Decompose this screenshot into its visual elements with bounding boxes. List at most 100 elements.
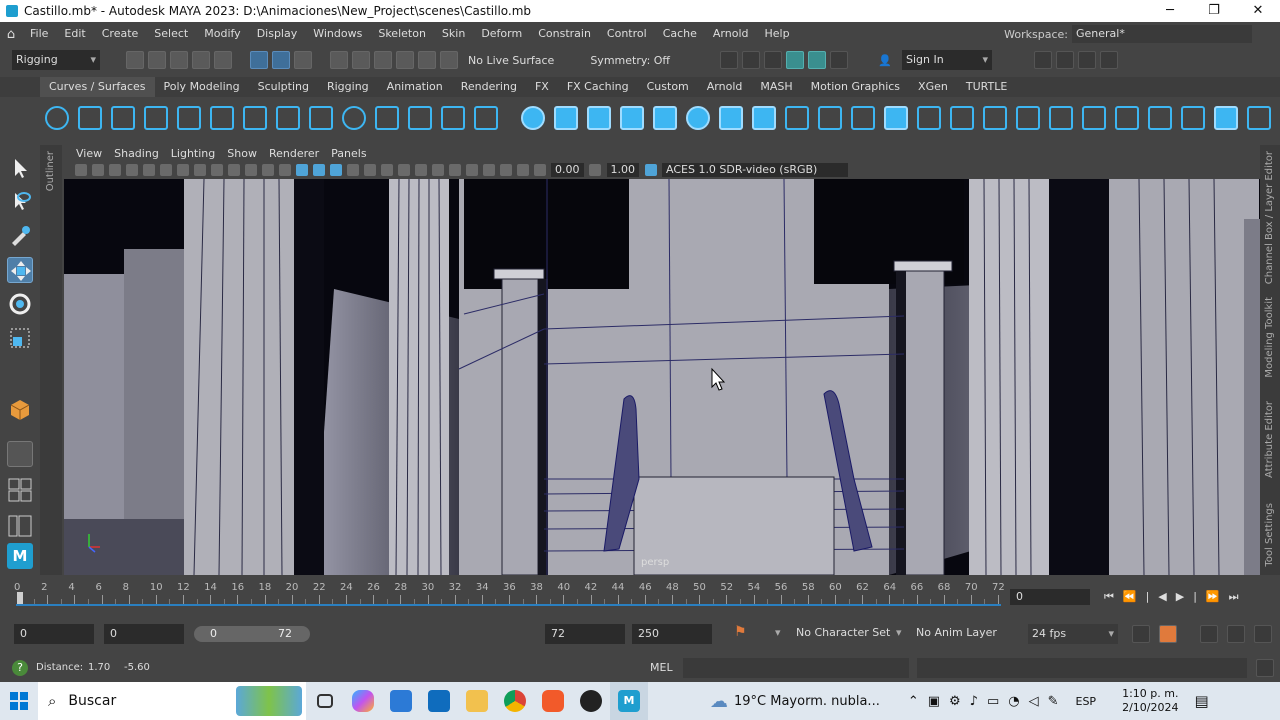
xray-joints-icon[interactable] — [499, 164, 512, 176]
outliner-tab[interactable]: Outliner — [45, 151, 56, 191]
nurbs-torus-icon[interactable] — [685, 106, 710, 130]
fps-dropdown[interactable]: 24 fps — [1028, 624, 1118, 644]
extrude-icon[interactable] — [817, 106, 842, 130]
nurbs-cube-icon[interactable] — [553, 106, 578, 130]
notifications-icon[interactable]: ▤ — [1194, 692, 1208, 710]
maya-taskbar-icon[interactable]: M — [610, 682, 648, 720]
gate-mask-icon[interactable] — [227, 164, 240, 176]
obs-icon[interactable] — [572, 682, 610, 720]
viewport-menu-lighting[interactable]: Lighting — [165, 147, 221, 160]
view-transform-dropdown[interactable]: ACES 1.0 SDR-video (sRGB) — [662, 163, 848, 177]
menu-display[interactable]: Display — [249, 22, 306, 46]
playback-settings-icon[interactable] — [1254, 625, 1272, 643]
safe-action-icon[interactable] — [261, 164, 274, 176]
isolate-select-icon[interactable] — [465, 164, 478, 176]
brave-icon[interactable] — [534, 682, 572, 720]
attach-curves-icon[interactable] — [275, 106, 300, 130]
film-gate-icon[interactable] — [193, 164, 206, 176]
attribute-editor-icon[interactable] — [1056, 51, 1075, 69]
menu-windows[interactable]: Windows — [305, 22, 370, 46]
paint-select-icon[interactable] — [7, 223, 33, 249]
camera-attributes-icon[interactable] — [91, 164, 104, 176]
anim-layer-arrow-icon[interactable]: ▾ — [896, 626, 902, 639]
snap-curve-icon[interactable] — [352, 51, 370, 69]
menu-edit[interactable]: Edit — [56, 22, 93, 46]
trim-tool-icon[interactable] — [1081, 106, 1106, 130]
menu-modify[interactable]: Modify — [196, 22, 248, 46]
close-button[interactable]: ✕ — [1236, 0, 1280, 22]
hypershade-icon[interactable] — [786, 51, 805, 69]
menu-set-dropdown[interactable]: Rigging — [12, 50, 100, 70]
exposure-field[interactable]: 0.00 — [551, 163, 584, 177]
input-language[interactable]: ESP — [1076, 695, 1097, 708]
nurbs-square-icon[interactable] — [77, 106, 102, 130]
tool-settings-tab[interactable]: Tool Settings — [1264, 503, 1275, 567]
rotate-tool-icon[interactable] — [7, 291, 33, 317]
clock[interactable]: 1:10 p. m. 2/10/2024 — [1122, 687, 1178, 715]
pause-viewport-icon[interactable] — [830, 51, 849, 69]
cut-curve-icon[interactable] — [440, 106, 465, 130]
sign-in-dropdown[interactable]: Sign In — [902, 50, 993, 70]
modeling-toolkit-icon[interactable] — [1034, 51, 1053, 69]
range-slider[interactable]: 0 72 — [194, 626, 310, 642]
curve-arc-icon[interactable] — [242, 106, 267, 130]
shelf-tab-rigging[interactable]: Rigging — [318, 77, 378, 97]
shelf-tab-fx[interactable]: FX — [526, 77, 558, 97]
shelf-tab-turtle[interactable]: TURTLE — [957, 77, 1016, 97]
nurbs-plane-icon[interactable] — [652, 106, 677, 130]
nurbs-cone-icon[interactable] — [619, 106, 644, 130]
render-view-icon[interactable] — [808, 51, 827, 69]
offset-curve-icon[interactable] — [374, 106, 399, 130]
planar-icon[interactable] — [784, 106, 809, 130]
shelf-tab-poly-modeling[interactable]: Poly Modeling — [155, 77, 249, 97]
duplicate-surface-curves-icon[interactable] — [982, 106, 1007, 130]
home-icon[interactable]: ⌂ — [0, 27, 22, 42]
outliner-panel[interactable]: Outliner — [40, 145, 62, 575]
sound-icon[interactable] — [1200, 625, 1218, 643]
ambient-occlusion-icon[interactable] — [397, 164, 410, 176]
wireframe-icon[interactable] — [295, 164, 308, 176]
render-frame-icon[interactable] — [720, 51, 739, 69]
reverse-curve-icon[interactable] — [407, 106, 432, 130]
viewport-scene[interactable] — [64, 179, 1260, 575]
shelf-tab-sculpting[interactable]: Sculpting — [249, 77, 318, 97]
tool-settings-icon[interactable] — [1078, 51, 1097, 69]
use-all-lights-icon[interactable] — [363, 164, 376, 176]
single-perspective-layout-icon[interactable] — [7, 441, 33, 467]
live-surface-label[interactable]: No Live Surface — [462, 54, 560, 67]
animation-start-field[interactable]: 0 — [14, 624, 94, 644]
detach-curves-icon[interactable] — [308, 106, 333, 130]
menu-control[interactable]: Control — [599, 22, 655, 46]
rebuild-curve-icon[interactable] — [341, 106, 366, 130]
microsoft-store-icon[interactable] — [382, 682, 420, 720]
rebuild-surfaces-icon[interactable] — [1213, 106, 1238, 130]
menu-constrain[interactable]: Constrain — [530, 22, 599, 46]
revolve-icon[interactable] — [718, 106, 743, 130]
weather-icon[interactable]: ☁ — [710, 691, 728, 712]
task-view-icon[interactable] — [306, 682, 344, 720]
smooth-shade-icon[interactable] — [312, 164, 325, 176]
ep-curve-icon[interactable] — [143, 106, 168, 130]
detach-surfaces-icon[interactable] — [1180, 106, 1205, 130]
bookmarks-icon[interactable] — [108, 164, 121, 176]
script-editor-icon[interactable] — [1256, 659, 1274, 677]
outlook-icon[interactable] — [420, 682, 458, 720]
select-object-icon[interactable] — [272, 51, 290, 69]
channel-box-icon[interactable] — [1100, 51, 1119, 69]
minimize-button[interactable]: ─ — [1148, 0, 1192, 22]
shelf-tab-motion-graphics[interactable]: Motion Graphics — [802, 77, 909, 97]
shelf-tab-curves-surfaces[interactable]: Curves / Surfaces — [40, 77, 155, 97]
gamma-icon[interactable] — [589, 164, 601, 176]
exposure-icon[interactable] — [533, 164, 546, 176]
chrome-icon[interactable] — [496, 682, 534, 720]
2d-pan-zoom-icon[interactable] — [142, 164, 155, 176]
viewport-menu-panels[interactable]: Panels — [325, 147, 372, 160]
image-plane-icon[interactable] — [125, 164, 138, 176]
playback-start-field[interactable]: 0 — [104, 624, 184, 644]
system-tray-icons[interactable]: ⌃▣⚙♪▭◔◁✎ — [908, 694, 1068, 709]
move-tool-icon[interactable] — [7, 257, 33, 283]
snap-edge-icon[interactable] — [440, 51, 458, 69]
xray-components-icon[interactable] — [516, 164, 529, 176]
weather-text[interactable]: 19°C Mayorm. nubla... — [734, 694, 880, 709]
maximize-button[interactable]: ❐ — [1192, 0, 1236, 22]
